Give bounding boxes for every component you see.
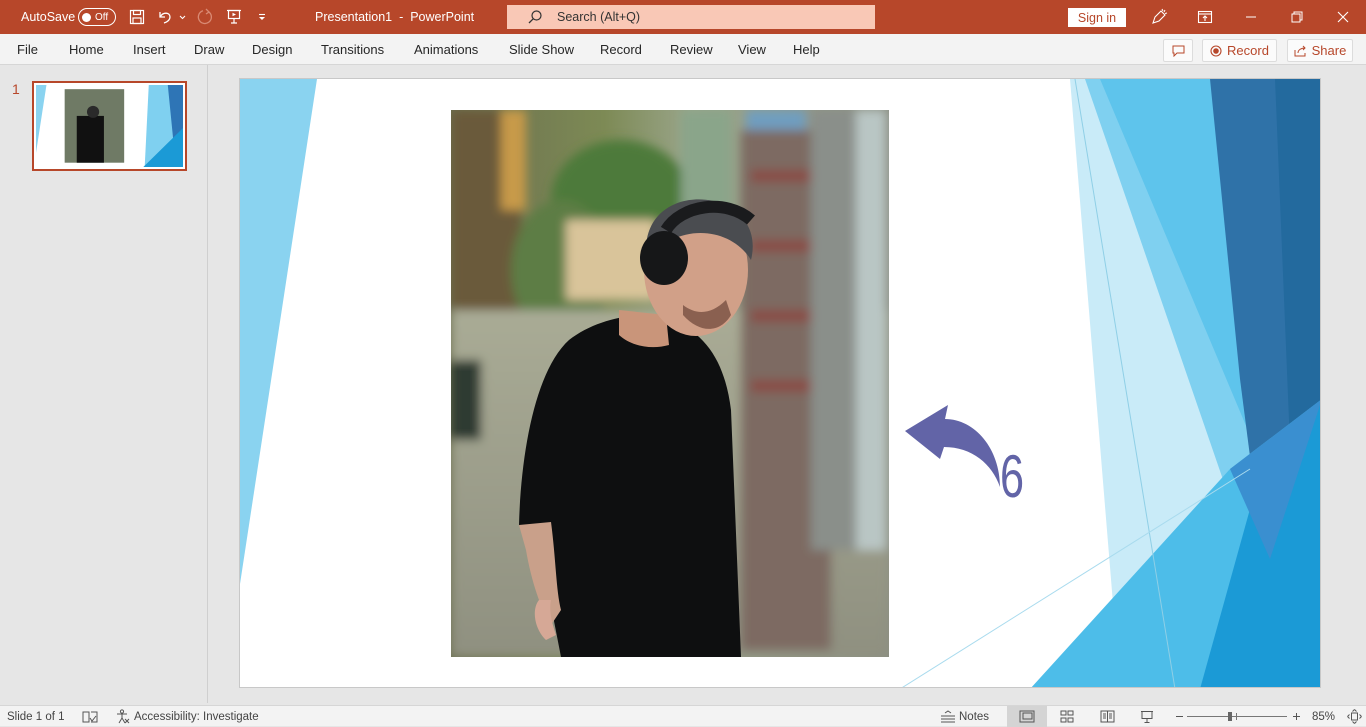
record-button[interactable]: Record bbox=[1202, 39, 1277, 62]
reading-view-icon bbox=[1100, 710, 1114, 723]
zoom-slider[interactable] bbox=[1187, 706, 1287, 727]
minimize-icon[interactable] bbox=[1228, 0, 1274, 34]
notes-button[interactable]: Notes bbox=[940, 706, 989, 727]
record-label: Record bbox=[1227, 43, 1269, 58]
tab-slide-show[interactable]: Slide Show bbox=[509, 34, 574, 65]
ribbon-display-icon[interactable] bbox=[1182, 0, 1228, 34]
tab-help[interactable]: Help bbox=[793, 34, 820, 65]
ribbon-tabs: File Home Insert Draw Design Transitions… bbox=[0, 34, 1366, 65]
reading-view-button[interactable] bbox=[1087, 706, 1127, 727]
slide-thumbnail[interactable] bbox=[32, 81, 187, 171]
annotation-number: 6 bbox=[1000, 443, 1025, 510]
tab-view[interactable]: View bbox=[738, 34, 766, 65]
autosave-toggle[interactable]: Off bbox=[78, 8, 116, 26]
tab-review[interactable]: Review bbox=[670, 34, 713, 65]
restore-icon[interactable] bbox=[1274, 0, 1320, 34]
left-accent-shape bbox=[240, 79, 317, 584]
slide-thumbnail-pane: 1 bbox=[0, 65, 208, 703]
fit-to-window-icon[interactable] bbox=[1347, 706, 1362, 727]
accessibility-label: Accessibility: Investigate bbox=[134, 710, 259, 723]
close-icon[interactable] bbox=[1320, 0, 1366, 34]
thumbnail-preview bbox=[36, 85, 183, 167]
share-label: Share bbox=[1311, 43, 1347, 58]
present-from-beginning-icon[interactable] bbox=[223, 0, 245, 34]
tab-design[interactable]: Design bbox=[252, 34, 292, 65]
zoom-in-button[interactable] bbox=[1291, 706, 1301, 727]
tab-record[interactable]: Record bbox=[600, 34, 642, 65]
designer-pen-icon[interactable] bbox=[1136, 0, 1182, 34]
search-placeholder: Search (Alt+Q) bbox=[557, 10, 641, 24]
normal-view-button[interactable] bbox=[1007, 706, 1047, 727]
notes-label: Notes bbox=[959, 710, 990, 723]
comments-button[interactable] bbox=[1163, 39, 1193, 62]
slide-sorter-icon bbox=[1060, 710, 1074, 723]
slideshow-view-button[interactable] bbox=[1127, 706, 1167, 727]
zoom-out-button[interactable] bbox=[1174, 706, 1184, 727]
undo-dropdown-icon[interactable] bbox=[177, 0, 187, 34]
autosave-state: Off bbox=[95, 11, 109, 23]
slide-counter: Slide 1 of 1 bbox=[7, 710, 65, 723]
tab-draw[interactable]: Draw bbox=[194, 34, 224, 65]
redo-icon bbox=[194, 0, 216, 34]
slide-thumbnail-number: 1 bbox=[12, 81, 20, 97]
tab-transitions[interactable]: Transitions bbox=[321, 34, 384, 65]
customize-qat-icon[interactable] bbox=[251, 0, 273, 34]
status-bar: Slide 1 of 1 Accessibility: Investigate … bbox=[0, 705, 1366, 727]
record-icon bbox=[1210, 44, 1222, 57]
zoom-slider-track bbox=[1187, 716, 1287, 717]
autosave-label: AutoSave bbox=[21, 10, 76, 24]
zoom-percent[interactable]: 85% bbox=[1312, 706, 1335, 727]
accessibility-checker[interactable]: Accessibility: Investigate bbox=[115, 706, 259, 727]
normal-view-icon bbox=[1019, 710, 1035, 723]
toggle-knob bbox=[82, 12, 91, 22]
save-icon[interactable] bbox=[126, 0, 148, 34]
zoom-slider-thumb[interactable] bbox=[1228, 712, 1232, 721]
slideshow-icon bbox=[1141, 710, 1153, 723]
sign-in-button[interactable]: Sign in bbox=[1068, 8, 1126, 27]
curved-arrow-shape bbox=[905, 405, 1000, 487]
accessibility-icon bbox=[117, 709, 130, 724]
photo-man-with-headphones bbox=[451, 110, 889, 657]
slide-photo[interactable] bbox=[451, 110, 889, 657]
tab-insert[interactable]: Insert bbox=[133, 34, 166, 65]
share-button[interactable]: Share bbox=[1287, 39, 1353, 62]
comment-icon bbox=[1172, 45, 1184, 57]
title-bar: AutoSave Off Presentation1 - PowerPoint … bbox=[0, 0, 1366, 34]
document-title: Presentation1 - PowerPoint bbox=[315, 10, 475, 24]
tab-home[interactable]: Home bbox=[69, 34, 104, 65]
share-icon bbox=[1294, 45, 1306, 56]
slide-canvas[interactable]: 6 bbox=[239, 78, 1321, 688]
notes-icon bbox=[941, 710, 955, 723]
undo-icon[interactable] bbox=[154, 0, 176, 34]
slide-sorter-view-button[interactable] bbox=[1047, 706, 1087, 727]
tab-animations[interactable]: Animations bbox=[414, 34, 478, 65]
tab-file[interactable]: File bbox=[17, 34, 38, 65]
search-box[interactable]: Search (Alt+Q) bbox=[507, 5, 875, 29]
spell-check-icon[interactable] bbox=[82, 706, 98, 727]
zoom-slider-center-tick bbox=[1236, 713, 1237, 720]
search-icon bbox=[528, 10, 542, 24]
